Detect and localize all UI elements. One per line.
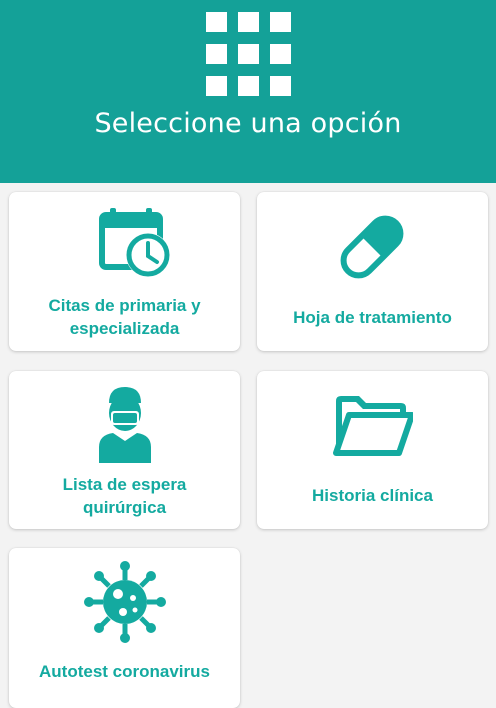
option-card-autotest-coronavirus[interactable]: Autotest coronavirus [9, 548, 240, 708]
option-card-hoja-tratamiento[interactable]: Hoja de tratamiento [257, 192, 488, 351]
folder-open-icon [333, 396, 413, 456]
option-card-citas[interactable]: Citas de primaria y especializada [9, 192, 240, 351]
calendar-clock-icon [99, 208, 170, 277]
option-label-historia-clinica: Historia clínica [312, 486, 433, 505]
option-label-citas: Citas de primaria y especializada [48, 296, 201, 338]
option-label-lista-espera: Lista de espera quirúrgica [62, 475, 187, 517]
option-label-hoja-tratamiento: Hoja de tratamiento [293, 308, 452, 327]
surgeon-icon [99, 387, 151, 463]
pill-capsule-icon [340, 215, 404, 279]
virus-icon [84, 561, 166, 643]
option-card-lista-espera[interactable]: Lista de espera quirúrgica [9, 371, 240, 529]
option-label-autotest-coronavirus: Autotest coronavirus [39, 662, 210, 681]
apps-grid-icon[interactable] [206, 12, 292, 96]
option-card-historia-clinica[interactable]: Historia clínica [257, 371, 488, 529]
page-title: Seleccione una opción [94, 108, 402, 139]
app-header: Seleccione una opción [0, 0, 496, 183]
